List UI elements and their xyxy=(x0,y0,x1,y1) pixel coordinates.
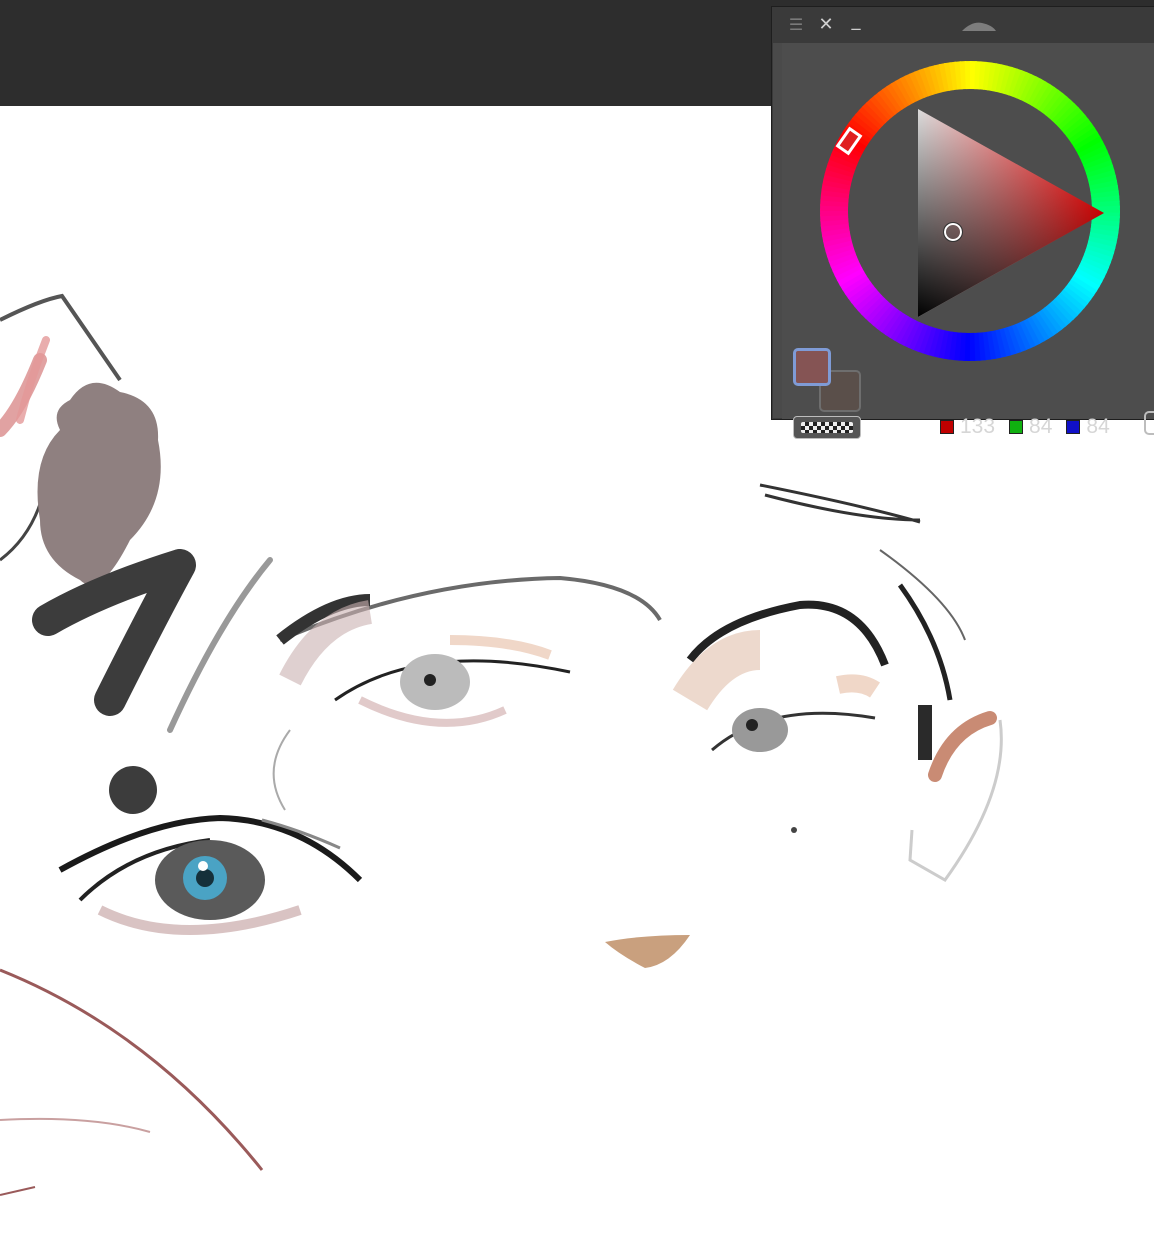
checkerboard-icon xyxy=(801,422,853,433)
foreground-color-swatch[interactable] xyxy=(793,348,831,386)
red-value[interactable]: 133 xyxy=(960,415,995,439)
minimize-icon[interactable]: _ xyxy=(846,11,866,31)
blue-chip xyxy=(1066,420,1081,434)
blue-channel[interactable]: 84 xyxy=(1066,415,1110,439)
panel-header: ☰ ✕ _ xyxy=(772,7,1154,43)
transparency-toggle-button[interactable] xyxy=(793,416,861,439)
panel-grip-icon xyxy=(962,22,996,31)
close-icon[interactable]: ✕ xyxy=(816,15,836,35)
red-channel[interactable]: 133 xyxy=(940,415,995,439)
green-channel[interactable]: 84 xyxy=(1009,415,1052,439)
color-wheel[interactable] xyxy=(782,43,1154,421)
green-chip xyxy=(1009,420,1024,434)
red-chip xyxy=(940,420,954,434)
color-selector-panel: ☰ ✕ _ 133 84 84 xyxy=(771,6,1154,439)
blue-value[interactable]: 84 xyxy=(1086,415,1109,439)
green-value[interactable]: 84 xyxy=(1029,415,1052,439)
panel-options-button[interactable] xyxy=(1144,411,1154,435)
panel-body: 133 84 84 xyxy=(782,43,1154,439)
rgb-values: 133 84 84 xyxy=(940,415,1124,439)
hamburger-icon[interactable]: ☰ xyxy=(786,15,806,35)
